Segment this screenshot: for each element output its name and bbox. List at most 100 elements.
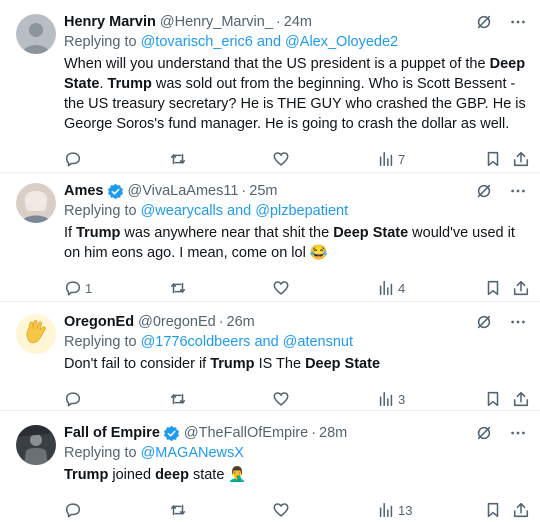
user-handle[interactable]: @0regonEd <box>138 314 216 330</box>
replying-to-link[interactable]: @MAGANewsX <box>141 445 244 461</box>
like-icon <box>273 503 289 517</box>
replying-prefix: Replying to <box>64 334 141 350</box>
repost-icon <box>170 504 186 516</box>
highlighted-term: Deep State <box>305 356 381 372</box>
bookmark-button[interactable] <box>484 149 502 169</box>
avatar[interactable] <box>16 425 56 465</box>
tweet[interactable]: OregonEd @0regonEd · 26m Replying to @17… <box>0 302 540 411</box>
reply-icon <box>65 392 81 407</box>
share-button[interactable] <box>512 389 530 409</box>
repost-icon <box>170 153 186 165</box>
verified-badge-icon <box>163 425 180 442</box>
repost-icon <box>170 282 186 294</box>
like-button[interactable] <box>272 149 293 169</box>
replying-to-link[interactable]: @wearycalls and @plzbepatient <box>141 203 349 219</box>
bookmark-button[interactable] <box>484 500 502 520</box>
avatar[interactable] <box>16 183 56 223</box>
timestamp[interactable]: 26m <box>227 314 255 330</box>
replying-to: Replying to @wearycalls and @plzbepatien… <box>64 201 528 221</box>
replying-to: Replying to @1776coldbeers and @atensnut <box>64 332 528 352</box>
replying-to-link[interactable]: @tovarisch_eric6 and @Alex_Oloyede2 <box>141 34 399 50</box>
views-button[interactable]: 4 <box>377 278 405 298</box>
reply-button[interactable] <box>64 149 85 169</box>
bookmark-icon <box>487 151 499 167</box>
grok-icon[interactable] <box>474 12 494 32</box>
separator-dot: · <box>275 14 281 30</box>
like-button[interactable] <box>272 500 293 520</box>
share-button[interactable] <box>512 500 530 520</box>
more-icon[interactable] <box>508 12 528 32</box>
share-icon <box>513 151 529 167</box>
action-bar: 3 <box>64 389 530 409</box>
more-icon[interactable] <box>508 423 528 443</box>
views-button[interactable]: 3 <box>377 389 405 409</box>
more-icon[interactable] <box>508 312 528 332</box>
user-handle[interactable]: @TheFallOfEmpire <box>184 425 308 441</box>
tweet-text: Don't fail to consider if Trump IS The D… <box>64 352 528 374</box>
tweet-text: When will you understand that the US pre… <box>64 52 528 134</box>
grok-icon[interactable] <box>474 312 494 332</box>
display-name[interactable]: Fall of Empire <box>64 425 160 441</box>
share-button[interactable] <box>512 149 530 169</box>
reply-count: 1 <box>85 280 93 296</box>
like-icon <box>273 281 289 295</box>
bookmark-icon <box>487 391 499 407</box>
share-button[interactable] <box>512 278 530 298</box>
tweet-header: Ames @VivaLaAmes11 · 25m <box>64 181 528 201</box>
reply-button[interactable]: 1 <box>64 278 92 298</box>
share-icon <box>513 391 529 407</box>
grok-icon[interactable] <box>474 181 494 201</box>
repost-button[interactable] <box>169 149 190 169</box>
repost-button[interactable] <box>169 500 190 520</box>
repost-icon <box>170 393 186 405</box>
views-icon <box>379 391 393 407</box>
replying-to: Replying to @tovarisch_eric6 and @Alex_O… <box>64 32 528 52</box>
avatar[interactable] <box>16 14 56 54</box>
text-segment: joined <box>108 467 156 483</box>
tweet[interactable]: Henry Marvin @Henry_Marvin_ · 24m Replyi… <box>0 0 540 173</box>
avatar[interactable] <box>16 314 56 354</box>
separator-dot: · <box>311 425 317 441</box>
repost-button[interactable] <box>169 389 190 409</box>
more-icon[interactable] <box>508 181 528 201</box>
display-name[interactable]: OregonEd <box>64 314 134 330</box>
tweet[interactable]: Ames @VivaLaAmes11 · 25m Replying to @we… <box>0 173 540 302</box>
like-icon <box>273 392 289 406</box>
repost-button[interactable] <box>169 278 190 298</box>
bookmark-button[interactable] <box>484 389 502 409</box>
reply-icon <box>65 152 81 167</box>
tweet[interactable]: Fall of Empire @TheFallOfEmpire · 28m Re… <box>0 411 540 522</box>
highlighted-term: Trump <box>107 76 152 92</box>
views-button[interactable]: 13 <box>377 500 412 520</box>
replying-to-link[interactable]: @1776coldbeers and @atensnut <box>141 334 353 350</box>
user-handle[interactable]: @VivaLaAmes11 <box>128 183 239 199</box>
tweet-header: Henry Marvin @Henry_Marvin_ · 24m <box>64 12 528 32</box>
text-segment: IS The <box>254 356 306 372</box>
like-button[interactable] <box>272 278 293 298</box>
grok-icon[interactable] <box>474 423 494 443</box>
text-segment: state 🤦‍♂️ <box>188 467 247 483</box>
timestamp[interactable]: 25m <box>249 183 277 199</box>
share-icon <box>513 502 529 518</box>
timestamp[interactable]: 28m <box>319 425 347 441</box>
bookmark-button[interactable] <box>484 278 502 298</box>
views-button[interactable]: 7 <box>377 149 405 169</box>
timestamp[interactable]: 24m <box>284 14 312 30</box>
reply-icon <box>65 281 81 296</box>
views-icon <box>379 280 393 296</box>
reply-button[interactable] <box>64 500 85 520</box>
replying-prefix: Replying to <box>64 203 141 219</box>
text-segment: was anywhere near that shit the <box>120 225 334 241</box>
display-name[interactable]: Ames <box>64 183 104 199</box>
text-segment: Don't fail to consider if <box>64 356 211 372</box>
text-segment: If <box>64 225 77 241</box>
reply-button[interactable] <box>64 389 85 409</box>
user-handle[interactable]: @Henry_Marvin_ <box>160 14 273 30</box>
display-name[interactable]: Henry Marvin <box>64 14 156 30</box>
like-button[interactable] <box>272 389 293 409</box>
tweet-header: OregonEd @0regonEd · 26m <box>64 312 528 332</box>
bookmark-icon <box>487 280 499 296</box>
view-count: 13 <box>398 502 413 518</box>
view-count: 3 <box>398 391 406 407</box>
tweet-text: If Trump was anywhere near that shit the… <box>64 221 528 263</box>
